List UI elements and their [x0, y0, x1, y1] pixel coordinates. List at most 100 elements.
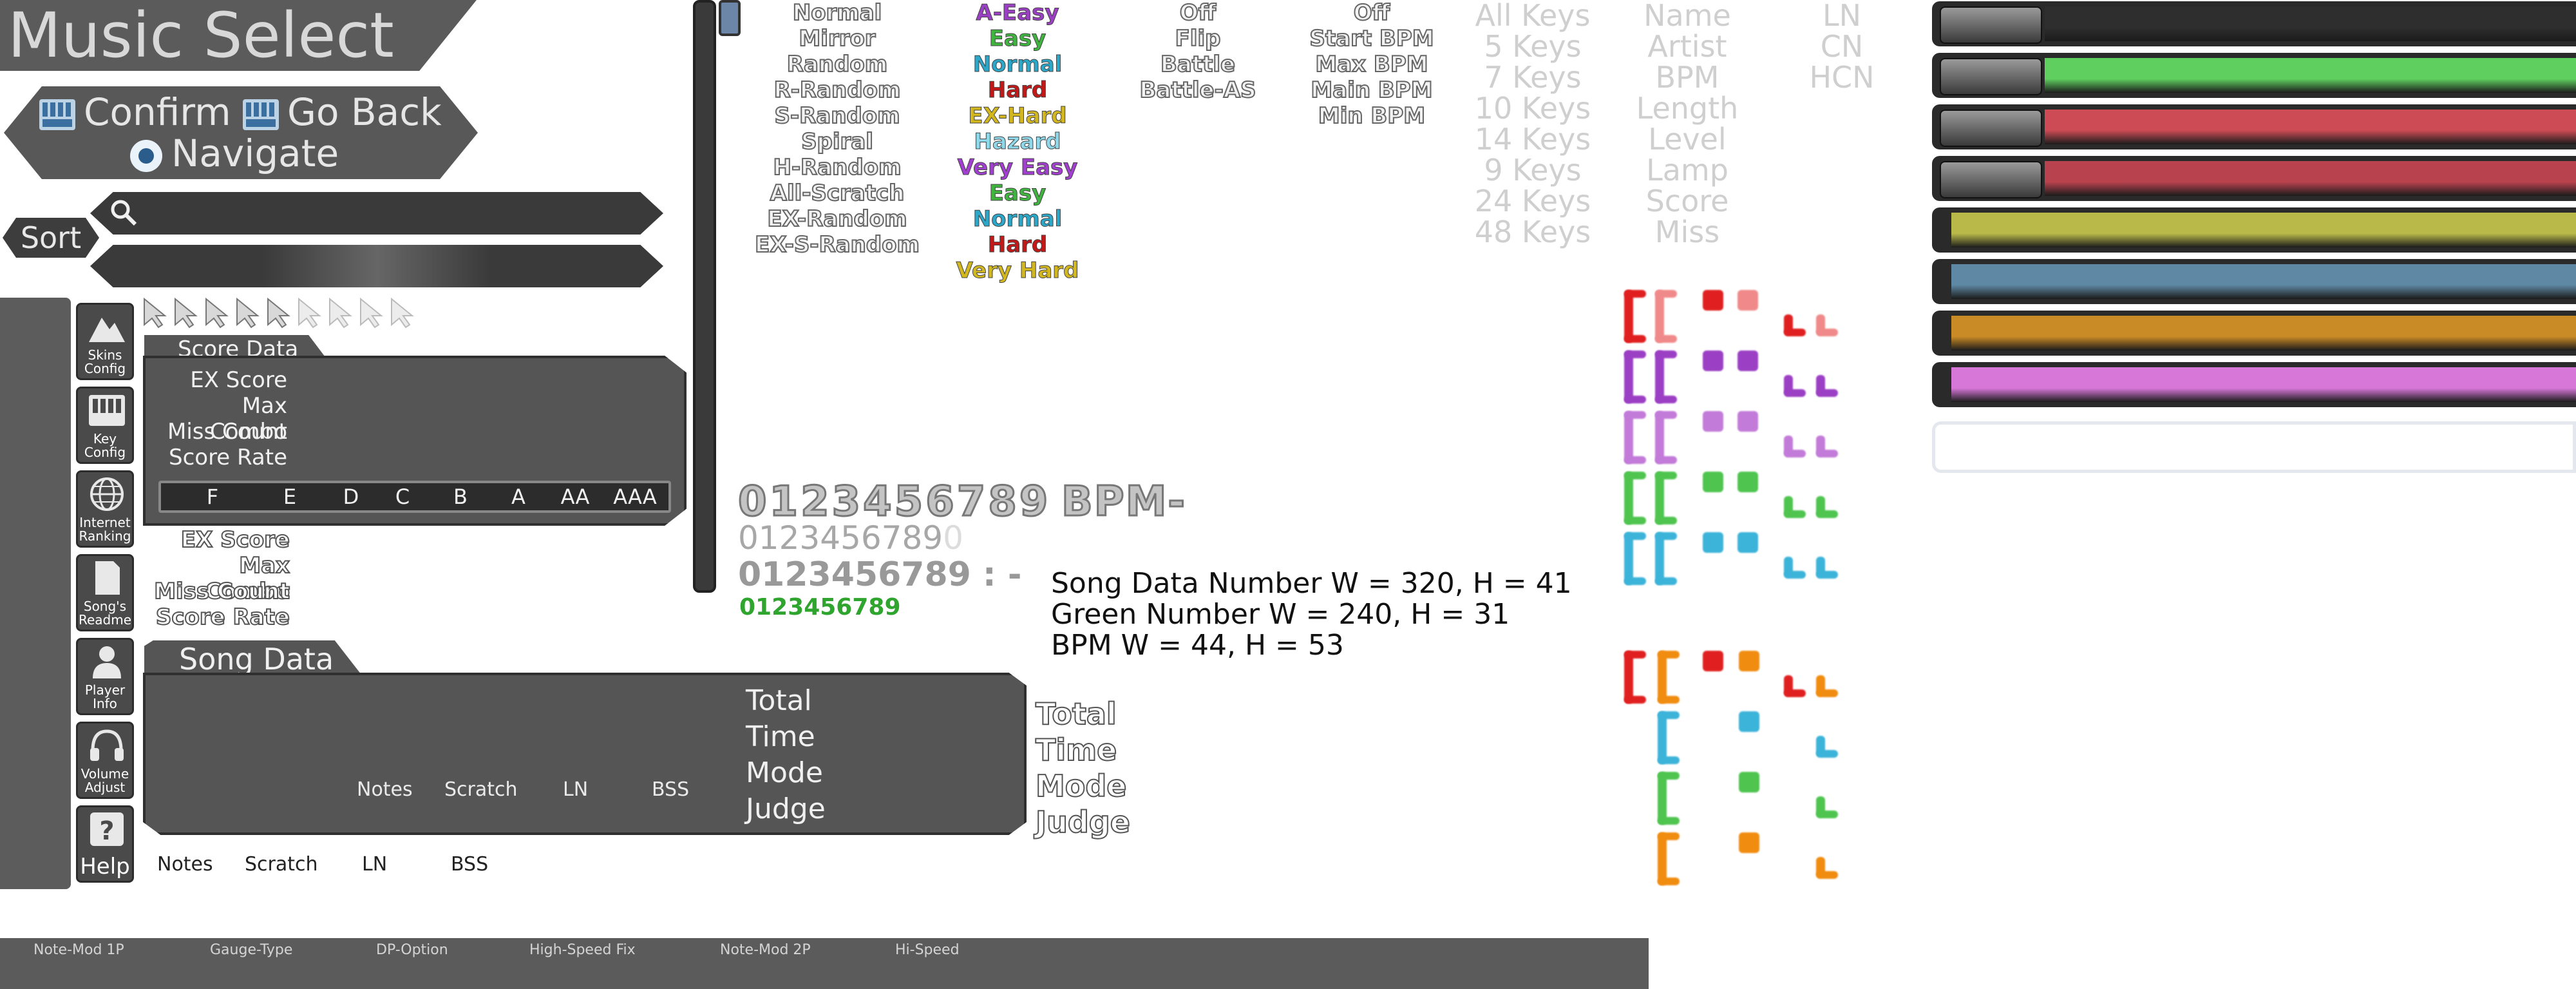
random-option: EX-Random	[766, 206, 907, 233]
grade-bar: F E D C B A AA AAA	[158, 481, 671, 513]
note-piece	[1816, 750, 1838, 758]
song-bar-cap	[1940, 6, 2042, 44]
hs-fix-option: Max BPM	[1314, 51, 1428, 78]
song-bar-fill	[1951, 367, 2576, 402]
grade-d: D	[343, 485, 359, 509]
note-mod-2p-label[interactable]: Note-Mod 2P	[720, 942, 811, 958]
song-bar[interactable]	[1932, 362, 2576, 407]
note-piece	[1738, 411, 1758, 432]
dp-option: Off	[1179, 0, 1217, 26]
song-bar[interactable]	[1932, 53, 2576, 98]
song-bar-fill	[2045, 161, 2576, 196]
song-bar-cap	[1940, 110, 2042, 147]
svg-text:?: ?	[99, 816, 114, 846]
note-piece	[1658, 772, 1680, 780]
keyboard-icon	[39, 99, 75, 130]
bss-outline-label: BSS	[451, 853, 489, 876]
headphones-icon	[90, 729, 124, 761]
song-data-panel	[143, 673, 1027, 835]
sidebar-item-volume-adjust[interactable]: Volume Adjust	[76, 722, 134, 799]
sidebar-item-label: Player Info	[84, 682, 126, 711]
note-piece	[1703, 472, 1723, 492]
note-piece	[1738, 350, 1758, 371]
go-back-hint: Go Back	[242, 91, 442, 133]
key-filter-option: 5 Keys	[1484, 29, 1582, 64]
gauge-option: EX-Hard	[968, 103, 1067, 130]
scrollbar-thumb[interactable]	[719, 0, 741, 36]
grade-c: C	[395, 485, 410, 509]
note-piece	[1816, 329, 1838, 336]
note-piece	[1784, 450, 1806, 457]
sidebar-item-help[interactable]: ? Help	[76, 805, 134, 883]
note-piece	[1624, 396, 1646, 403]
note-piece	[1655, 577, 1677, 585]
score-rate-label: Score Rate	[169, 445, 287, 470]
note-piece	[1816, 689, 1838, 697]
song-bar[interactable]	[1932, 311, 2576, 356]
note-piece	[1658, 817, 1680, 825]
navigate-label: Navigate	[171, 131, 339, 175]
sidebar-item-label: Volume Adjust	[80, 766, 129, 795]
song-bar[interactable]	[1932, 156, 2576, 201]
note-piece	[1624, 517, 1646, 524]
note-piece	[1655, 396, 1677, 403]
sidebar-item-key-config[interactable]: Key Config	[76, 387, 134, 464]
sort-options-list: Name Artist BPM Length Level Lamp Score …	[1623, 0, 1752, 247]
note-piece	[1816, 571, 1838, 579]
sidebar-item-player-info[interactable]: Player Info	[76, 638, 134, 715]
note-mod-1p-label[interactable]: Note-Mod 1P	[33, 942, 124, 958]
note-piece	[1703, 290, 1723, 311]
note-piece	[1624, 290, 1646, 298]
song-bar-cap	[1940, 161, 2042, 198]
note-piece	[1655, 350, 1677, 358]
sidebar-item-readme[interactable]: Song's Readme	[76, 554, 134, 631]
song-bar[interactable]	[1932, 1, 2576, 46]
sort-value-field[interactable]	[90, 245, 663, 287]
dp-options-list: Off Flip Battle Battle-AS	[1133, 0, 1262, 104]
sidebar-item-internet-ranking[interactable]: Internet Ranking	[76, 470, 134, 548]
song-list-scrollbar[interactable]	[693, 0, 716, 593]
key-filter-option: 10 Keys	[1474, 91, 1591, 126]
ln-option: HCN	[1809, 60, 1875, 95]
go-back-label: Go Back	[287, 90, 442, 134]
note-piece	[1739, 651, 1759, 671]
song-bar[interactable]	[1932, 104, 2576, 149]
hs-fix-option: Min BPM	[1318, 102, 1426, 130]
random-option: R-Random	[773, 77, 902, 104]
random-option: S-Random	[773, 102, 900, 130]
gauge-option: A-Easy	[976, 0, 1059, 26]
note-piece	[1624, 411, 1646, 419]
high-speed-fix-label[interactable]: High-Speed Fix	[529, 942, 636, 958]
note-piece	[1784, 689, 1806, 697]
confirm-label: Confirm	[84, 90, 231, 134]
song-bar[interactable]	[1932, 259, 2576, 304]
song-bar-empty[interactable]	[1932, 421, 2576, 473]
grade-e: E	[283, 485, 297, 509]
note-piece	[1703, 651, 1723, 671]
gauge-option: Hard	[987, 77, 1048, 104]
sidebar-item-label: Song's Readme	[78, 599, 132, 628]
hi-speed-label[interactable]: Hi-Speed	[895, 942, 960, 958]
hs-fix-option: Main BPM	[1310, 77, 1433, 104]
dp-option-label[interactable]: DP-Option	[376, 942, 448, 958]
cursor-icon-row	[144, 297, 414, 329]
note-piece	[1816, 811, 1838, 818]
scratch-label: Scratch	[444, 778, 518, 801]
song-bar[interactable]	[1932, 207, 2576, 253]
gauge-type-label[interactable]: Gauge-Type	[210, 942, 292, 958]
ln-options-list: LN CN HCN	[1790, 0, 1893, 93]
note-piece	[1624, 532, 1646, 540]
note-piece	[1658, 711, 1680, 719]
search-input[interactable]	[90, 192, 663, 235]
note-piece	[1784, 329, 1806, 336]
note-piece	[1816, 389, 1838, 397]
info-text: Song Data Number W = 320, H = 41 Green N…	[1051, 568, 1572, 661]
sort-option: Length	[1636, 91, 1739, 126]
hs-fix-option: Start BPM	[1309, 25, 1434, 52]
sort-option: Level	[1648, 122, 1727, 157]
bpm-label: BPM-	[1061, 477, 1186, 527]
note-piece	[1784, 571, 1806, 579]
gauge-option: Hard	[987, 232, 1048, 258]
sidebar-item-skins-config[interactable]: Skins Config	[76, 303, 134, 380]
time-number-font: 0123456789 : -	[738, 555, 1022, 594]
